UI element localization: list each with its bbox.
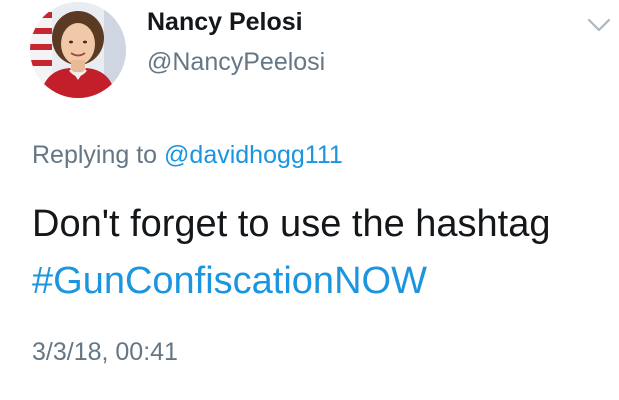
hashtag-link[interactable]: #GunConfiscationNOW: [32, 253, 551, 310]
tweet-text-line: Don't forget to use the hashtag: [32, 203, 551, 245]
tweet-card: Nancy Pelosi @NancyPeelosi Replying to @…: [0, 0, 619, 400]
avatar[interactable]: [30, 2, 126, 98]
tweet-menu-button[interactable]: [584, 14, 614, 36]
chevron-down-icon: [587, 18, 611, 32]
reply-context: Replying to @davidhogg111: [32, 141, 343, 170]
tweet-timestamp[interactable]: 3/3/18, 00:41: [32, 338, 178, 367]
reply-mention-link[interactable]: @davidhogg111: [164, 141, 343, 169]
reply-prefix: Replying to: [32, 141, 158, 169]
author-display-name[interactable]: Nancy Pelosi: [147, 8, 303, 37]
profile-photo-icon: [30, 2, 126, 98]
tweet-text: Don't forget to use the hashtag #GunConf…: [32, 196, 551, 310]
author-handle[interactable]: @NancyPeelosi: [147, 48, 325, 77]
